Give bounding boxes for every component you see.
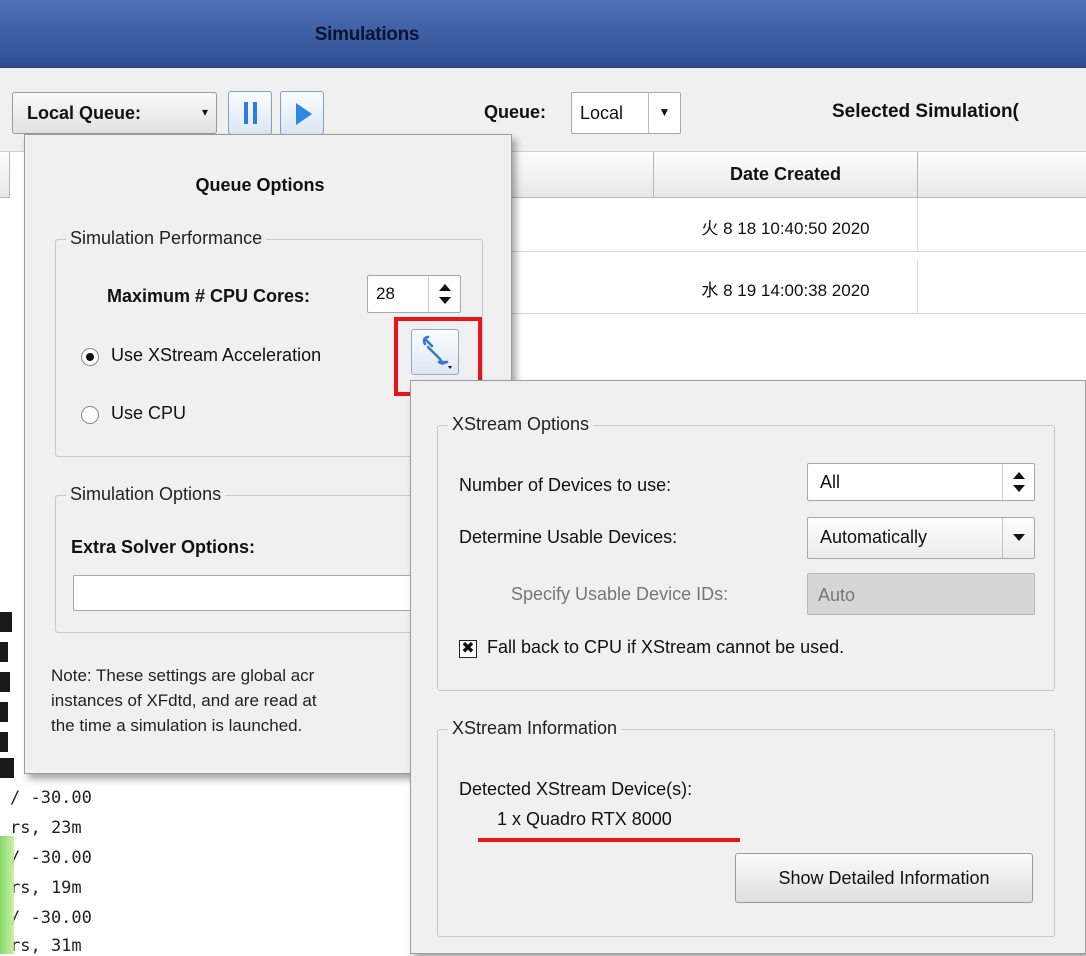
queue-options-title: Queue Options [195, 175, 325, 195]
spinner-arrows-icon[interactable] [428, 276, 460, 312]
use-cpu-radio[interactable] [81, 406, 99, 424]
xstream-information-group: XStream Information [437, 718, 1055, 937]
console-fragment [0, 758, 14, 778]
num-devices-label: Number of Devices to use: [459, 475, 672, 495]
console-line: rs, 31m [10, 936, 82, 956]
console-line: rs, 19m [10, 878, 82, 898]
use-cpu-label: Use CPU [111, 403, 187, 423]
console-line: rs, 23m [10, 818, 82, 838]
show-detailed-information-button[interactable]: Show Detailed Information [735, 853, 1033, 903]
xstream-information-legend: XStream Information [448, 718, 622, 739]
specify-device-ids-input[interactable]: Auto [807, 573, 1035, 615]
console-fragment [0, 612, 12, 632]
table-cell[interactable] [512, 198, 654, 252]
run-button[interactable] [280, 91, 324, 135]
queue-select[interactable]: Local ▼ [571, 92, 681, 134]
max-cpu-cores-value: 28 [376, 284, 395, 303]
specify-device-ids-value: Auto [818, 585, 856, 605]
extra-solver-options-input[interactable] [73, 575, 463, 611]
detected-device-value: 1 x Quadro RTX 8000 [497, 809, 672, 829]
xstream-options-popup: XStream Options Number of Devices to use… [410, 380, 1086, 954]
local-queue-button[interactable]: Local Queue: ▾ [12, 92, 217, 134]
table-header-cell[interactable] [510, 152, 654, 198]
highlight-underline [478, 838, 740, 842]
queue-select-value: Local [580, 103, 624, 123]
specify-device-ids-label: Specify Usable Device IDs: [511, 584, 729, 604]
console-fragment [0, 732, 8, 752]
window-titlebar: Simulations [0, 0, 1086, 68]
simulation-options-legend: Simulation Options [66, 484, 226, 505]
max-cpu-cores-spinner[interactable]: 28 [367, 275, 461, 313]
chevron-down-icon: ▼ [648, 93, 680, 133]
console-line: / -30.00 [10, 908, 92, 928]
num-devices-value: All [820, 472, 841, 492]
local-queue-label: Local Queue: [27, 103, 142, 123]
table-cell[interactable] [918, 198, 1086, 252]
num-devices-spinner[interactable]: All [807, 463, 1035, 501]
use-xstream-radio[interactable] [81, 348, 99, 366]
table-cell-date[interactable]: 火 8 18 10:40:50 2020 [654, 198, 918, 252]
determine-devices-value: Automatically [820, 527, 928, 547]
chevron-down-icon [1002, 518, 1034, 558]
background-image-fragment [0, 836, 14, 954]
console-fragment [0, 702, 8, 722]
console-line: / -30.00 [10, 848, 92, 868]
spinner-arrows-icon[interactable] [1002, 464, 1034, 500]
simulation-performance-legend: Simulation Performance [66, 228, 267, 249]
console-fragment [0, 642, 8, 662]
table-header-cell[interactable] [918, 152, 1086, 198]
fallback-cpu-label: Fall back to CPU if XStream cannot be us… [487, 637, 845, 657]
table-header-date-created[interactable]: Date Created [654, 152, 918, 198]
play-icon [296, 103, 312, 125]
determine-devices-select[interactable]: Automatically [807, 517, 1035, 559]
console-line: / -30.00 [10, 788, 92, 808]
chevron-down-icon: ▾ [201, 105, 208, 119]
table-header-cell[interactable] [0, 152, 10, 198]
console-fragment [0, 672, 10, 692]
extra-solver-options-label: Extra Solver Options: [71, 537, 256, 557]
determine-devices-label: Determine Usable Devices: [459, 527, 678, 547]
max-cpu-cores-label: Maximum # CPU Cores: [107, 286, 311, 306]
selected-simulation-label: Selected Simulation( [832, 101, 1019, 122]
fallback-cpu-checkbox[interactable]: ✖ [459, 640, 477, 658]
xstream-options-legend: XStream Options [448, 414, 594, 435]
table-cell[interactable] [918, 260, 1086, 314]
detected-devices-label: Detected XStream Device(s): [459, 779, 693, 799]
table-cell-date[interactable]: 水 8 19 14:00:38 2020 [654, 260, 918, 314]
table-cell[interactable] [512, 260, 654, 314]
queue-label: Queue: [484, 102, 547, 122]
pause-button[interactable] [228, 91, 272, 135]
use-xstream-label: Use XStream Acceleration [111, 345, 322, 365]
window-title: Simulations [314, 24, 420, 45]
